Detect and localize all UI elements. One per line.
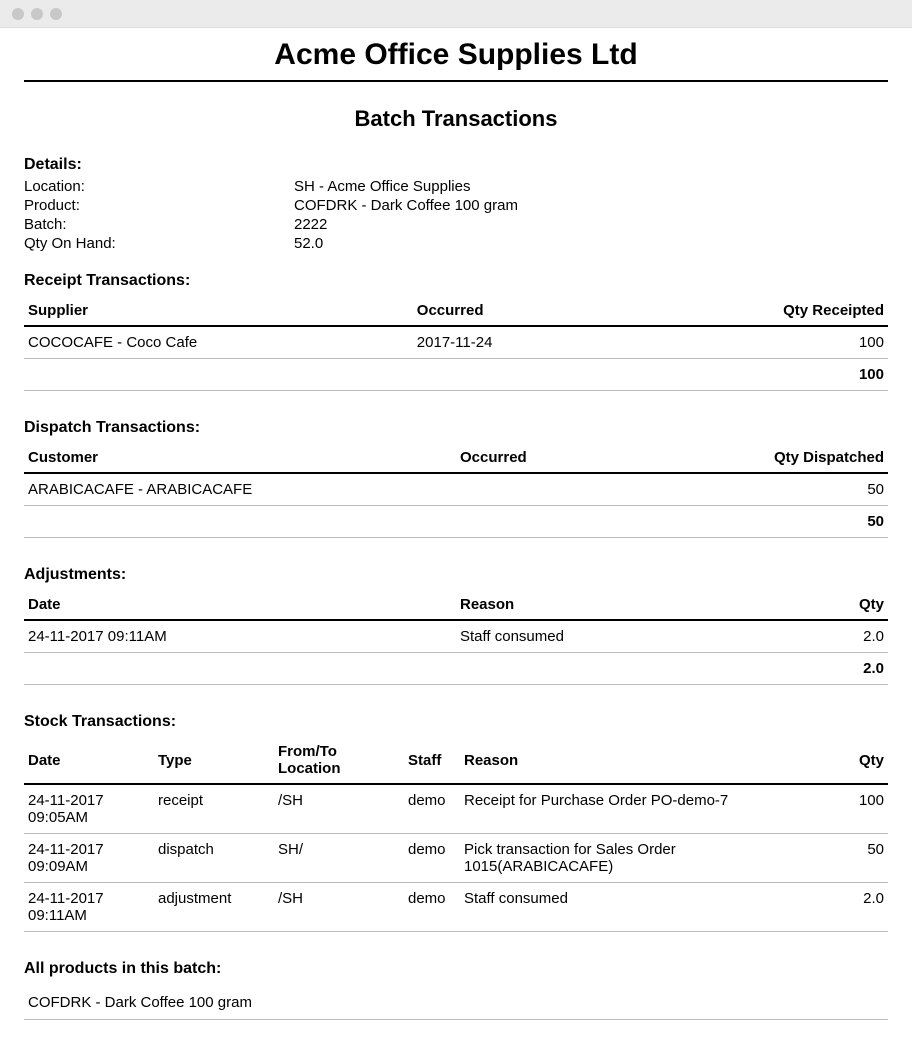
cell-reason: Pick transaction for Sales Order 1015(AR… (460, 834, 828, 883)
cell-staff: demo (404, 834, 460, 883)
product-row: COFDRK - Dark Coffee 100 gram (24, 984, 888, 1020)
cell-loc: /SH (274, 883, 404, 932)
cell-reason: Receipt for Purchase Order PO-demo-7 (460, 784, 828, 834)
details-label: Product: (24, 197, 294, 214)
details-heading: Details: (24, 156, 888, 174)
report-page: Acme Office Supplies Ltd Batch Transacti… (0, 28, 912, 1060)
col-reason: Reason (456, 590, 802, 620)
report-subtitle: Batch Transactions (24, 106, 888, 132)
title-divider (24, 80, 888, 82)
stock-heading: Stock Transactions: (24, 713, 888, 731)
cell-loc: /SH (274, 784, 404, 834)
details-grid: Location: SH - Acme Office Supplies Prod… (24, 178, 888, 252)
cell-supplier: COCOCAFE - Coco Cafe (24, 326, 413, 359)
details-label: Qty On Hand: (24, 235, 294, 252)
cell-qty: 50 (828, 834, 888, 883)
table-row: 24-11-2017 09:11AM Staff consumed 2.0 (24, 620, 888, 653)
table-row: COCOCAFE - Coco Cafe 2017-11-24 100 (24, 326, 888, 359)
receipt-table: Supplier Occurred Qty Receipted COCOCAFE… (24, 296, 888, 391)
details-value: COFDRK - Dark Coffee 100 gram (294, 197, 888, 214)
cell-type: adjustment (154, 883, 274, 932)
col-qty: Qty (802, 590, 888, 620)
col-occurred: Occurred (413, 296, 715, 326)
cell-reason: Staff consumed (460, 883, 828, 932)
cell-total: 50 (715, 506, 888, 538)
cell-qty: 50 (715, 473, 888, 506)
company-title: Acme Office Supplies Ltd (24, 38, 888, 72)
cell-customer: ARABICACAFE - ARABICACAFE (24, 473, 456, 506)
receipt-heading: Receipt Transactions: (24, 272, 888, 290)
cell-date: 24-11-2017 09:05AM (24, 784, 154, 834)
col-supplier: Supplier (24, 296, 413, 326)
details-value: 52.0 (294, 235, 888, 252)
col-date: Date (24, 737, 154, 784)
col-qty: Qty Dispatched (715, 443, 888, 473)
col-occurred: Occurred (456, 443, 715, 473)
cell-qty: 100 (828, 784, 888, 834)
cell-occurred (456, 473, 715, 506)
cell-type: dispatch (154, 834, 274, 883)
cell-staff: demo (404, 883, 460, 932)
table-total-row: 50 (24, 506, 888, 538)
details-label: Location: (24, 178, 294, 195)
window-button-zoom[interactable] (50, 8, 62, 20)
cell-type: receipt (154, 784, 274, 834)
adjustments-table: Date Reason Qty 24-11-2017 09:11AM Staff… (24, 590, 888, 685)
cell-qty: 2.0 (828, 883, 888, 932)
cell-date: 24-11-2017 09:11AM (24, 883, 154, 932)
cell-occurred: 2017-11-24 (413, 326, 715, 359)
stock-table: Date Type From/To Location Staff Reason … (24, 737, 888, 932)
table-row: 24-11-2017 09:05AM receipt /SH demo Rece… (24, 784, 888, 834)
cell-total: 100 (715, 359, 888, 391)
adjustments-heading: Adjustments: (24, 566, 888, 584)
cell-total: 2.0 (802, 653, 888, 685)
table-total-row: 2.0 (24, 653, 888, 685)
col-qty: Qty (828, 737, 888, 784)
col-customer: Customer (24, 443, 456, 473)
window-button-close[interactable] (12, 8, 24, 20)
cell-staff: demo (404, 784, 460, 834)
col-staff: Staff (404, 737, 460, 784)
dispatch-heading: Dispatch Transactions: (24, 419, 888, 437)
table-row: 24-11-2017 09:11AM adjustment /SH demo S… (24, 883, 888, 932)
col-reason: Reason (460, 737, 828, 784)
table-row: 24-11-2017 09:09AM dispatch SH/ demo Pic… (24, 834, 888, 883)
col-qty: Qty Receipted (715, 296, 888, 326)
cell-reason: Staff consumed (456, 620, 802, 653)
allproducts-heading: All products in this batch: (24, 960, 888, 978)
details-value: SH - Acme Office Supplies (294, 178, 888, 195)
window-button-minimize[interactable] (31, 8, 43, 20)
col-loc: From/To Location (274, 737, 404, 784)
col-date: Date (24, 590, 456, 620)
dispatch-table: Customer Occurred Qty Dispatched ARABICA… (24, 443, 888, 538)
table-total-row: 100 (24, 359, 888, 391)
window-titlebar (0, 0, 912, 28)
cell-qty: 100 (715, 326, 888, 359)
cell-date: 24-11-2017 09:09AM (24, 834, 154, 883)
col-type: Type (154, 737, 274, 784)
cell-date: 24-11-2017 09:11AM (24, 620, 456, 653)
cell-loc: SH/ (274, 834, 404, 883)
details-label: Batch: (24, 216, 294, 233)
table-row: ARABICACAFE - ARABICACAFE 50 (24, 473, 888, 506)
cell-qty: 2.0 (802, 620, 888, 653)
details-value: 2222 (294, 216, 888, 233)
